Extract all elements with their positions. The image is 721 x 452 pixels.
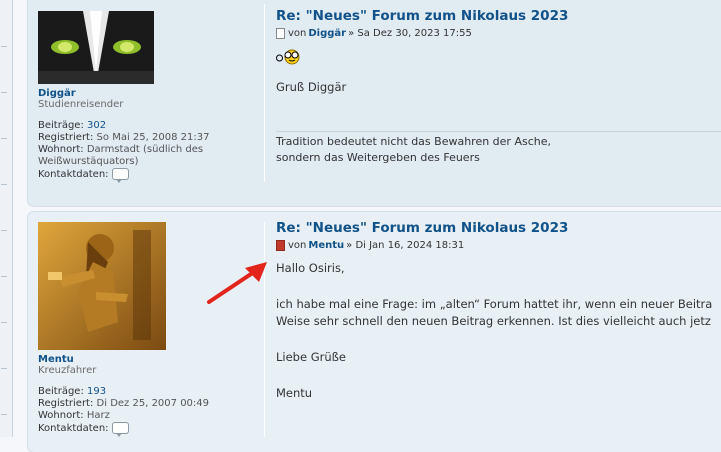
- author-link[interactable]: Mentu: [308, 240, 344, 251]
- glasses-smiley-icon: [276, 49, 300, 65]
- post-text-line: Mentu: [276, 386, 313, 400]
- post-text-line: Liebe Grüße: [276, 350, 346, 364]
- left-scroll-rail: [0, 0, 13, 437]
- post-unread-icon[interactable]: [276, 240, 285, 251]
- registered-date: Di Dez 25, 2007 00:49: [96, 398, 210, 409]
- post-title[interactable]: Re: "Neues" Forum zum Nikolaus 2023: [276, 8, 721, 24]
- user-info: Beiträge: 193 Registriert: Di Dez 25, 20…: [38, 386, 268, 437]
- by-label: von: [288, 240, 307, 251]
- contact-bubble-icon[interactable]: [111, 168, 129, 183]
- post-profile: Mentu Kreuzfahrer Beiträge: 193 Registri…: [38, 222, 268, 437]
- signature-divider: [276, 131, 721, 132]
- avatar[interactable]: [38, 11, 154, 84]
- contact-label: Kontaktdaten:: [38, 169, 109, 180]
- post-greeting: Gruß Diggär: [276, 80, 347, 94]
- posts-label: Beiträge:: [38, 120, 84, 131]
- location-value: Harz: [86, 410, 110, 421]
- location-value-cont: Weißwurstäquators): [38, 156, 139, 167]
- user-rank: Kreuzfahrer: [38, 365, 97, 376]
- signature-line: Tradition bedeutet nicht das Bewahren de…: [276, 135, 551, 148]
- contact-bubble-icon[interactable]: [111, 422, 129, 437]
- forum-post: Diggär Studienreisender Beiträge: 302 Re…: [28, 0, 721, 206]
- location-value: Darmstadt (südlich des: [86, 144, 204, 155]
- signature: Tradition bedeutet nicht das Bewahren de…: [276, 134, 721, 166]
- post-profile: Diggär Studienreisender Beiträge: 302 Re…: [38, 11, 268, 183]
- by-label: von: [288, 28, 307, 39]
- post-title[interactable]: Re: "Neues" Forum zum Nikolaus 2023: [276, 220, 721, 236]
- post-meta: von Diggär » Sa Dez 30, 2023 17:55: [276, 28, 721, 39]
- post-text-line: Hallo Osiris,: [276, 261, 345, 275]
- post-meta: von Mentu » Di Jan 16, 2024 18:31: [276, 240, 721, 251]
- username[interactable]: Mentu: [38, 354, 268, 365]
- column-divider: [264, 4, 265, 182]
- post-date: » Sa Dez 30, 2023 17:55: [348, 28, 472, 39]
- avatar[interactable]: [38, 222, 166, 350]
- post-text-line: ich habe mal eine Frage: im „alten“ Foru…: [276, 297, 713, 311]
- post-text-line: Weise sehr schnell den neuen Beitrag erk…: [276, 314, 711, 328]
- red-arrow-annotation: [207, 262, 267, 304]
- location-label: Wohnort:: [38, 410, 84, 421]
- forum-post: Mentu Kreuzfahrer Beiträge: 193 Registri…: [28, 212, 721, 452]
- registered-label: Registriert:: [38, 132, 94, 143]
- post-body: Re: "Neues" Forum zum Nikolaus 2023 von …: [276, 8, 721, 96]
- username[interactable]: Diggär: [38, 88, 268, 99]
- author-link[interactable]: Diggär: [308, 28, 346, 39]
- post-count-link[interactable]: 193: [87, 386, 106, 397]
- post-count-link[interactable]: 302: [87, 120, 106, 131]
- contact-label: Kontaktdaten:: [38, 423, 109, 434]
- posts-label: Beiträge:: [38, 386, 84, 397]
- user-rank: Studienreisender: [38, 99, 124, 110]
- user-info: Beiträge: 302 Registriert: So Mai 25, 20…: [38, 120, 268, 183]
- signature-line: sondern das Weitergeben des Feuers: [276, 151, 480, 164]
- registered-label: Registriert:: [38, 398, 94, 409]
- post-icon[interactable]: [276, 28, 285, 39]
- location-label: Wohnort:: [38, 144, 84, 155]
- column-divider: [264, 222, 265, 437]
- registered-date: So Mai 25, 2008 21:37: [96, 132, 210, 143]
- post-body: Re: "Neues" Forum zum Nikolaus 2023 von …: [276, 220, 721, 402]
- post-date: » Di Jan 16, 2024 18:31: [346, 240, 465, 251]
